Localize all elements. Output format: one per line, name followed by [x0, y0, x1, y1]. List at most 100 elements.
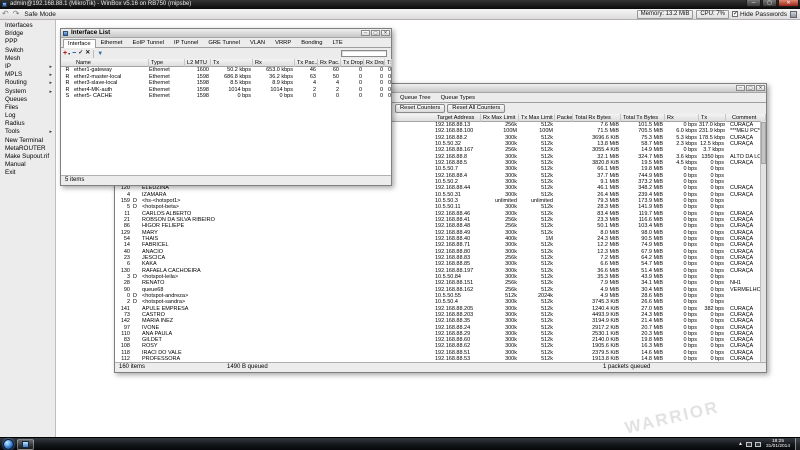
show-desktop-button[interactable]	[795, 438, 800, 450]
sidebar-item-queues[interactable]: Queues	[0, 96, 55, 104]
tab-ip-tunnel[interactable]: IP Tunnel	[169, 38, 203, 47]
sidebar-item-exit[interactable]: Exit	[0, 169, 55, 177]
minimize-button[interactable]: ─	[746, 0, 761, 7]
column-header-type[interactable]: Type	[149, 59, 185, 67]
sidebar-item-mesh[interactable]: Mesh	[0, 55, 55, 63]
column-header-rx-drops[interactable]: Rx Drops	[364, 59, 385, 67]
column-header-rx[interactable]: Rx	[665, 114, 699, 122]
interface-list-window: Interface List ─ ▢ ✕ InterfaceEthernetEo…	[60, 28, 392, 186]
maximize-button[interactable]: ▢	[762, 0, 777, 7]
close-button[interactable]: ✕	[778, 0, 799, 7]
sidebar-item-label: Tools	[5, 128, 20, 135]
sidebar-item-switch[interactable]: Switch	[0, 47, 55, 55]
submenu-arrow-icon: ▸	[49, 79, 52, 87]
interface-row[interactable]: Sether5- CACHEEthernet15980 bps0 bps0000…	[61, 93, 391, 100]
start-button[interactable]	[3, 439, 14, 450]
sidebar-item-label: System	[5, 88, 26, 95]
cell-flag: S	[63, 93, 73, 100]
tab-gre-tunnel[interactable]: GRE Tunnel	[203, 38, 245, 47]
sidebar-item-routing[interactable]: Routing ▸	[0, 79, 55, 87]
queue-maximize-button[interactable]: ▢	[746, 85, 755, 91]
tab-interface[interactable]: Interface	[63, 39, 96, 48]
redo-icon[interactable]: ↷	[13, 9, 20, 19]
queue-minimize-button[interactable]: ─	[736, 85, 745, 91]
column-header-tx-erro[interactable]: Tx Erro...	[385, 59, 392, 67]
sidebar-menu: InterfacesBridgePPPSwitchMeshIP▸MPLS▸Rou…	[0, 20, 56, 437]
interface-maximize-button[interactable]: ▢	[371, 30, 380, 36]
sidebar-item-label: Radius	[5, 120, 25, 127]
sidebar-item-metarouter[interactable]: MetaROUTER	[0, 145, 55, 153]
column-header-name[interactable]: Name	[74, 59, 149, 67]
sidebar-item-label: Queues	[5, 96, 27, 103]
column-header-l2-mtu[interactable]: L2 MTU	[185, 59, 211, 67]
sidebar-item-interfaces[interactable]: Interfaces	[0, 22, 55, 30]
sidebar-item-radius[interactable]: Radius	[0, 120, 55, 128]
sidebar-item-ppp[interactable]: PPP	[0, 38, 55, 46]
column-header-tx-pac[interactable]: Tx Pac...	[295, 59, 318, 67]
sidebar-item-label: MPLS	[5, 71, 22, 78]
tab-queue-tree[interactable]: Queue Tree	[395, 93, 436, 102]
filter-icon[interactable]: ▼	[97, 51, 103, 57]
tab-eoip-tunnel[interactable]: EoIP Tunnel	[127, 38, 168, 47]
sidebar-item-bridge[interactable]: Bridge	[0, 30, 55, 38]
reset-all-counters-button[interactable]: Reset All Counters	[447, 104, 505, 113]
cpu-indicator[interactable]: CPU: 7%	[696, 10, 729, 19]
winbox-taskbar-button[interactable]	[17, 439, 34, 450]
undo-icon[interactable]: ↶	[2, 9, 9, 19]
sidebar-item-label: Log	[5, 112, 16, 119]
column-header-rx[interactable]: Rx	[253, 59, 295, 67]
column-header-rx-max-limit[interactable]: Rx Max Limit	[481, 114, 519, 122]
find-box[interactable]	[341, 50, 387, 57]
sidebar-item-manual[interactable]: Manual	[0, 161, 55, 169]
column-header-tx[interactable]: Tx	[699, 114, 726, 122]
queue-close-button[interactable]: ✕	[756, 85, 765, 91]
volume-icon[interactable]	[755, 442, 761, 447]
column-header-packet[interactable]: Packet...	[555, 114, 573, 122]
add-icon[interactable]: +	[63, 49, 67, 58]
interface-window-titlebar[interactable]: Interface List ─ ▢ ✕	[61, 29, 391, 38]
remove-icon[interactable]: −	[72, 49, 76, 58]
add-dropdown-icon[interactable]: ▾	[68, 51, 70, 56]
sidebar-item-tools[interactable]: Tools▸	[0, 128, 55, 136]
cell-tx_err: 0	[385, 93, 391, 100]
reset-counters-button[interactable]: Reset Counters	[395, 104, 445, 113]
interface-item-count: 5 items	[65, 176, 84, 185]
tab-vlan[interactable]: VLAN	[245, 38, 270, 47]
sidebar-item-new-terminal[interactable]: New Terminal	[0, 137, 55, 145]
column-header-total-tx-bytes[interactable]: Total Tx Bytes	[621, 114, 665, 122]
interface-minimize-button[interactable]: ─	[361, 30, 370, 36]
sidebar-item-files[interactable]: Files	[0, 104, 55, 112]
tab-bonding[interactable]: Bonding	[296, 38, 327, 47]
sidebar-item-label: Routing	[5, 79, 27, 86]
tab-queue-types[interactable]: Queue Types	[436, 93, 480, 102]
sidebar-item-label: Exit	[5, 169, 16, 176]
disable-icon[interactable]: ✕	[85, 49, 90, 58]
sidebar-item-ip[interactable]: IP▸	[0, 63, 55, 71]
column-header-target-address[interactable]: Target Address	[435, 114, 481, 122]
sidebar-item-label: Bridge	[5, 30, 23, 37]
column-header-rx-pac[interactable]: Rx Pac...	[318, 59, 341, 67]
sidebar-item-make-supout-rif[interactable]: Make Supout.rif	[0, 153, 55, 161]
column-header-tx[interactable]: Tx	[211, 59, 253, 67]
taskbar-clock[interactable]: 18:25 31/01/2014	[766, 439, 790, 450]
safe-mode-toggle[interactable]: Safe Mode	[24, 11, 55, 18]
hide-passwords-checkbox[interactable]: ✓	[732, 11, 738, 17]
enable-icon[interactable]: ✓	[78, 49, 83, 58]
tray-expand-icon[interactable]: ▲	[738, 442, 743, 447]
tab-ethernet[interactable]: Ethernet	[96, 38, 128, 47]
queue-vertical-scrollbar[interactable]	[760, 121, 766, 362]
tab-lte[interactable]: LTE	[327, 38, 347, 47]
network-icon[interactable]	[746, 442, 752, 447]
memory-indicator[interactable]: Memory: 13.2 MiB	[637, 10, 694, 19]
winbox-toolbar: ↶ ↷ Safe Mode Memory: 13.2 MiB CPU: 7% ✓…	[0, 9, 800, 20]
sidebar-item-log[interactable]: Log	[0, 112, 55, 120]
winbox-taskbar-icon	[22, 441, 29, 448]
tab-vrrp[interactable]: VRRP	[270, 38, 296, 47]
column-header-tx-drops[interactable]: Tx Drops	[341, 59, 364, 67]
sidebar-item-mpls[interactable]: MPLS▸	[0, 71, 55, 79]
scrollbar-thumb[interactable]	[761, 122, 766, 164]
column-header-tx-max-limit[interactable]: Tx Max Limit	[519, 114, 555, 122]
column-header-total-rx-bytes[interactable]: Total Rx Bytes	[573, 114, 621, 122]
sidebar-item-system[interactable]: System▸	[0, 88, 55, 96]
interface-close-button[interactable]: ✕	[381, 30, 390, 36]
